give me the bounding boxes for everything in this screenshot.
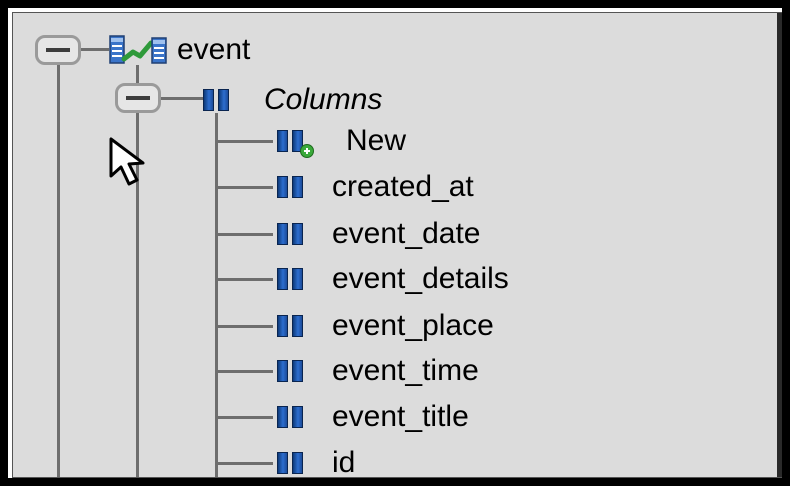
column-label: event_title — [332, 400, 469, 433]
tree-line-table-toggle — [79, 48, 109, 51]
column-label: created_at — [332, 170, 474, 203]
tree-branch-created-at — [215, 186, 273, 189]
column-label: event_date — [332, 217, 481, 250]
column-label: event_time — [332, 354, 479, 387]
column-label: id — [332, 446, 356, 478]
tree-node-column[interactable]: id — [275, 446, 356, 478]
new-column-label: New — [346, 124, 407, 157]
column-icon — [275, 452, 306, 474]
scrollbar-edge[interactable] — [777, 13, 782, 477]
column-icon — [275, 223, 306, 245]
column-icon — [275, 268, 306, 290]
column-icon — [275, 406, 306, 428]
tree-branch-event-time — [215, 370, 273, 373]
tree-branch-event-place — [215, 325, 273, 328]
collapse-table-toggle[interactable] — [35, 35, 81, 65]
column-icon — [275, 360, 306, 382]
tree-node-table[interactable]: event — [177, 33, 250, 67]
tree-branch-event-title — [215, 416, 273, 419]
table-icon — [109, 35, 167, 64]
column-icon — [275, 176, 306, 198]
tree-line-columns — [215, 113, 218, 477]
mouse-pointer-icon — [109, 137, 145, 186]
tree-node-column[interactable]: event_time — [275, 354, 479, 388]
column-label: event_place — [332, 309, 494, 342]
object-tree-panel: event Columns New created_at event_date … — [12, 12, 782, 478]
tree-line-columns-toggle — [159, 97, 203, 100]
collapse-columns-toggle[interactable] — [115, 83, 161, 113]
new-column-icon — [275, 130, 314, 158]
tree-node-column[interactable]: event_details — [275, 262, 509, 296]
columns-label: Columns — [264, 83, 383, 116]
column-label: event_details — [332, 262, 509, 295]
tree-line-root — [57, 51, 60, 477]
tree-branch-event-date — [215, 233, 273, 236]
tree-branch-event-details — [215, 278, 273, 281]
tree-node-column[interactable]: event_title — [275, 400, 469, 434]
column-icon — [275, 315, 306, 337]
tree-node-column[interactable]: created_at — [275, 170, 474, 204]
columns-icon — [201, 89, 232, 111]
tree-node-columns[interactable]: Columns — [201, 83, 382, 117]
tree-node-column[interactable]: event_place — [275, 309, 494, 343]
tree-node-column[interactable]: event_date — [275, 217, 480, 251]
tree-branch-new — [215, 140, 273, 143]
tree-line-table — [136, 65, 139, 477]
table-label: event — [177, 33, 251, 66]
tree-node-new-column[interactable]: New — [275, 124, 406, 158]
tree-branch-id — [215, 462, 273, 465]
